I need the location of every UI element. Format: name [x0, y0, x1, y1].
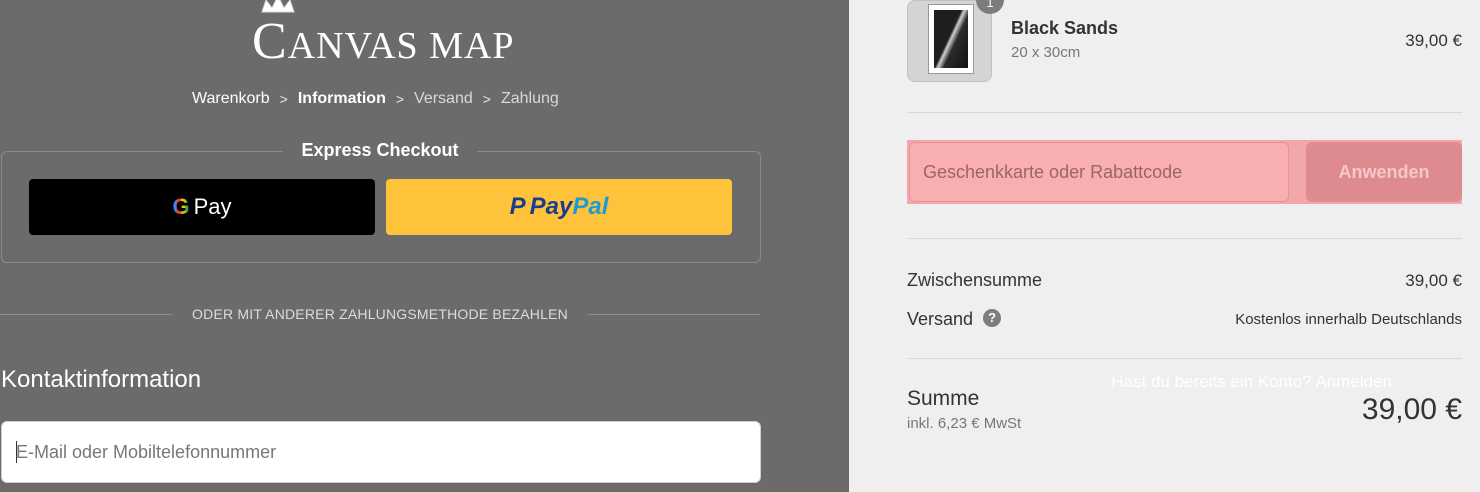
breadcrumb-payment: Zahlung	[500, 90, 559, 107]
paypal-button[interactable]: P Pay Pal	[386, 179, 732, 235]
paypal-label-pay: Pay	[529, 193, 573, 220]
product-price: 39,00 €	[1405, 31, 1462, 50]
login-prompt: Hast du bereits ein Konto? Anmelden	[1111, 372, 1392, 392]
store-logo-text: CANVAS MAP	[252, 13, 515, 70]
google-pay-button[interactable]: G Pay	[29, 179, 375, 235]
chevron-right-icon: >	[482, 91, 491, 107]
beach-photo-image	[934, 10, 968, 68]
subtotal-value: 39,00 €	[1405, 271, 1462, 290]
email-field[interactable]	[1, 421, 761, 483]
contact-section-title: Kontaktinformation	[1, 366, 202, 393]
chevron-right-icon: >	[395, 91, 405, 107]
paypal-logo-icon: P	[509, 193, 526, 220]
discount-code-input[interactable]	[909, 142, 1289, 202]
breadcrumb: Warenkorb > Information > Versand > Zahl…	[192, 90, 559, 108]
chevron-right-icon: >	[279, 91, 288, 107]
shipping-value: Kostenlos innerhalb Deutschlands	[1235, 311, 1462, 328]
total-label: Summe	[907, 387, 980, 410]
express-checkout-title: Express Checkout	[0, 140, 760, 161]
product-variant: 20 x 30cm	[1011, 44, 1081, 61]
shipping-label: Versand	[907, 309, 974, 329]
divider	[907, 112, 1462, 113]
google-logo-icon: G	[172, 194, 190, 219]
product-name: Black Sands	[1011, 18, 1119, 38]
divider	[907, 238, 1462, 239]
apply-discount-button[interactable]: Anwenden	[1306, 142, 1462, 202]
breadcrumb-information: Information	[297, 90, 386, 107]
text-caret	[16, 441, 17, 463]
store-logo[interactable]: CANVAS MAP	[252, 0, 515, 70]
breadcrumb-cart[interactable]: Warenkorb	[192, 90, 270, 108]
question-circle-icon[interactable]: ?	[983, 309, 1002, 328]
divider	[907, 358, 1462, 359]
breadcrumb-shipping: Versand	[414, 90, 473, 107]
login-prompt-text: Hast du bereits ein Konto?	[1111, 372, 1312, 391]
tax-note: inkl. 6,23 € MwSt	[907, 415, 1022, 432]
product-thumbnail	[907, 0, 992, 82]
shipping-row: Versand?	[907, 309, 1002, 330]
subtotal-label: Zwischensumme	[907, 270, 1043, 290]
alt-payment-divider: ODER MIT ANDERER ZAHLUNGSMETHODE BEZAHLE…	[192, 306, 568, 322]
login-link[interactable]: Anmelden	[1315, 372, 1392, 391]
paypal-label-pal: Pal	[572, 193, 609, 220]
total-value: 39,00 €	[1361, 393, 1462, 426]
poster-frame	[928, 4, 974, 74]
gpay-label: Pay	[193, 194, 232, 219]
